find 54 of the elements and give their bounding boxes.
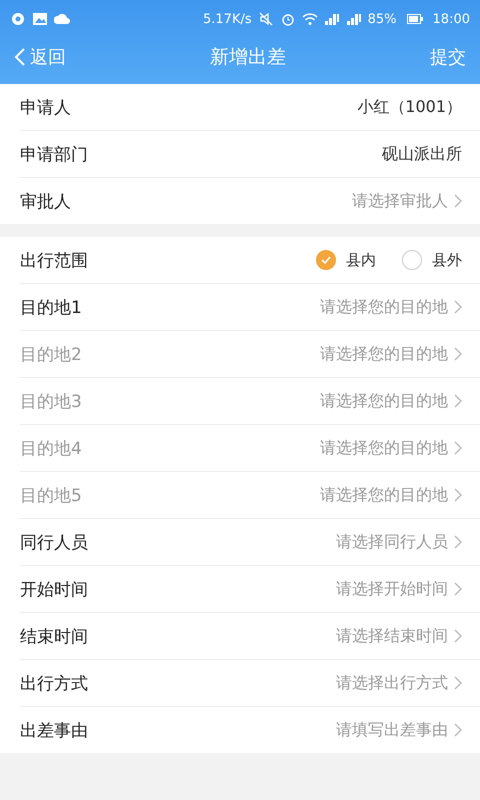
- field-label: 出行范围: [20, 250, 89, 272]
- field-value: 砚山派出所: [382, 144, 462, 164]
- page-title: 新增出差: [209, 45, 287, 70]
- field-label: 同行人员: [20, 532, 89, 554]
- radio-button[interactable]: [316, 250, 336, 270]
- image-icon: [32, 12, 48, 26]
- chevron-icon: [454, 488, 462, 502]
- wifi-icon: [302, 12, 318, 26]
- chevron-icon: [454, 535, 462, 549]
- select-field[interactable]: 请选择出行方式: [336, 672, 462, 694]
- select-field[interactable]: 请填写出差事由: [336, 720, 462, 740]
- field-label: 申请部门: [20, 144, 89, 166]
- alarm-icon: [280, 12, 296, 26]
- field-label: 目的地1: [20, 296, 83, 318]
- select-field[interactable]: 请选择同行人员: [336, 532, 462, 552]
- check-icon: [321, 256, 331, 264]
- field-value: 小红（1001）: [357, 96, 462, 118]
- field-label: 审批人: [20, 190, 72, 212]
- radio-option[interactable]: 县外: [402, 250, 462, 270]
- chevron-icon: [454, 394, 462, 408]
- sync-icon: [10, 12, 26, 26]
- chevron-icon: [454, 300, 462, 314]
- select-field[interactable]: 请选择结束时间: [336, 626, 462, 646]
- field-label: 开始时间: [20, 578, 89, 600]
- battery-percent: 85%: [368, 12, 397, 26]
- field-label: 目的地3: [20, 390, 83, 412]
- cloud-icon: [54, 12, 70, 26]
- chevron-icon: [454, 441, 462, 455]
- field-label: 申请人: [20, 96, 72, 118]
- back-button[interactable]: 返回: [14, 45, 66, 69]
- field-label: 目的地2: [20, 344, 83, 366]
- select-field[interactable]: 请选择开始时间: [336, 578, 462, 600]
- chevron-icon: [454, 582, 462, 596]
- field-label: 出差事由: [20, 720, 89, 742]
- field-label: 目的地4: [20, 438, 83, 460]
- radio-option[interactable]: 县内: [316, 250, 376, 270]
- field-label: 出行方式: [20, 672, 89, 694]
- chevron-icon: [454, 676, 462, 690]
- signal-icon: [324, 12, 340, 26]
- chevron-icon: [454, 629, 462, 643]
- clock-time: 18:00: [432, 12, 470, 26]
- chevron-icon: [454, 723, 462, 737]
- back-chevron-icon: [14, 47, 26, 67]
- network-speed: 5.17K/s: [203, 12, 252, 26]
- select-field[interactable]: 请选择审批人: [352, 190, 462, 212]
- submit-button[interactable]: 提交: [430, 45, 466, 69]
- radio-button[interactable]: [402, 250, 422, 270]
- chevron-icon: [454, 347, 462, 361]
- signal-icon: [346, 12, 362, 26]
- chevron-icon: [454, 194, 462, 208]
- select-field[interactable]: 请选择您的目的地: [320, 296, 462, 318]
- mute-icon: [258, 12, 274, 26]
- field-label: 目的地5: [20, 484, 83, 506]
- field-label: 结束时间: [20, 626, 89, 648]
